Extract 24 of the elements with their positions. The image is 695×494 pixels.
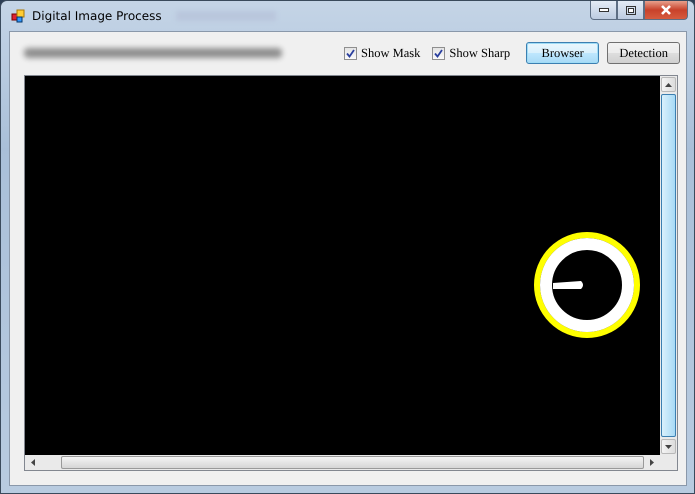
checkbox-label[interactable]: Show Mask (361, 46, 420, 60)
up-arrow-icon (665, 82, 672, 86)
right-arrow-icon (650, 459, 654, 466)
minimize-button[interactable] (590, 1, 617, 20)
checkbox[interactable] (432, 46, 446, 60)
horizontal-scrollbar[interactable] (25, 455, 677, 470)
down-arrow-icon (665, 444, 672, 448)
left-arrow-icon (31, 459, 35, 466)
scroll-thumb[interactable] (661, 94, 676, 437)
vertical-scrollbar[interactable] (660, 76, 677, 455)
app-icon (11, 9, 25, 23)
close-button[interactable] (644, 1, 688, 20)
checkbox-label[interactable]: Show Sharp (449, 46, 510, 60)
scroll-thumb[interactable] (61, 456, 644, 469)
maximize-button[interactable] (617, 1, 644, 20)
checkbox[interactable] (344, 46, 357, 60)
close-icon (660, 5, 672, 15)
maximize-icon (626, 6, 636, 14)
scroll-down-button[interactable] (661, 439, 676, 454)
scroll-up-button[interactable] (661, 77, 676, 92)
window-title: Digital Image Process (32, 9, 162, 23)
minimize-icon (598, 8, 608, 12)
push-button[interactable]: Detection (607, 42, 680, 64)
push-button[interactable]: Browser (526, 42, 600, 64)
